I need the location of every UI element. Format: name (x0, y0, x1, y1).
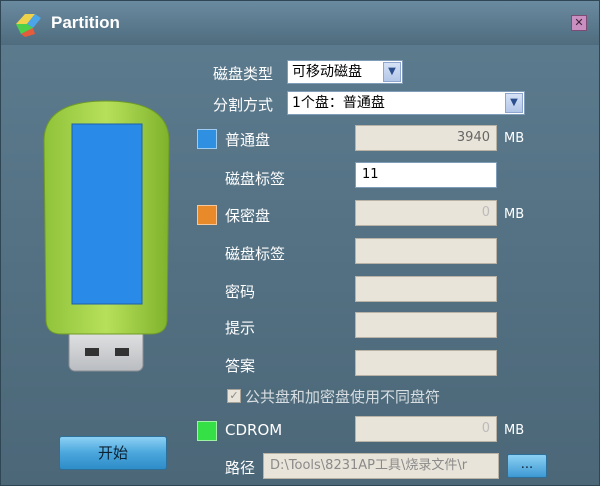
disk-type-label: 磁盘类型 (213, 65, 274, 83)
title-bar[interactable]: Partition ✕ (1, 1, 599, 45)
close-icon: ✕ (574, 16, 584, 29)
secure-disk-tag-input[interactable] (355, 238, 497, 264)
cdrom-color-swatch (197, 421, 217, 441)
window-title: Partition (51, 13, 120, 32)
cdrom-unit: MB (504, 423, 525, 438)
checkmark-icon: ✓ (229, 389, 239, 402)
answer-label: 答案 (225, 357, 256, 375)
secure-disk-tag-label: 磁盘标签 (225, 245, 286, 263)
usb-drive-icon (43, 100, 170, 372)
secure-disk-color-swatch (197, 205, 217, 225)
password-input[interactable] (355, 276, 497, 302)
normal-disk-size-field[interactable]: 3940 (355, 125, 497, 151)
secure-disk-label: 保密盘 (225, 207, 271, 225)
secure-disk-unit: MB (504, 207, 525, 222)
partition-window: Partition ✕ 磁盘类型 可移动磁盘 ▼ 分割方式 1个盘：普通盘 ▼ … (0, 0, 600, 486)
close-button[interactable]: ✕ (571, 15, 587, 31)
path-label: 路径 (225, 459, 256, 477)
answer-input[interactable] (355, 350, 497, 376)
split-mode-value: 1个盘：普通盘 (292, 95, 385, 111)
partition-app-icon (16, 14, 41, 37)
chevron-down-icon[interactable]: ▼ (383, 62, 401, 82)
secure-disk-size-field[interactable]: 0 (355, 200, 497, 226)
hint-input[interactable] (355, 312, 497, 338)
normal-disk-color-swatch (197, 129, 217, 149)
split-mode-select[interactable]: 1个盘：普通盘 ▼ (287, 91, 525, 115)
cdrom-size-field[interactable]: 0 (355, 416, 497, 442)
different-letter-label: 公共盘和加密盘使用不同盘符 (245, 388, 441, 406)
start-button[interactable]: 开始 (59, 436, 167, 470)
normal-disk-tag-label: 磁盘标签 (225, 170, 286, 188)
cdrom-path-input[interactable]: D:\Tools\8231AP工具\烧录文件\r (263, 453, 499, 479)
chevron-down-icon[interactable]: ▼ (505, 93, 523, 113)
normal-disk-tag-input[interactable]: 11 (355, 162, 497, 188)
normal-disk-label: 普通盘 (225, 131, 271, 149)
hint-label: 提示 (225, 319, 256, 337)
disk-type-select[interactable]: 可移动磁盘 ▼ (287, 60, 403, 84)
browse-button[interactable]: ... (507, 454, 547, 478)
split-mode-label: 分割方式 (213, 96, 274, 114)
cdrom-label: CDROM (225, 421, 283, 439)
password-label: 密码 (225, 283, 256, 301)
normal-disk-unit: MB (504, 131, 525, 146)
disk-type-value: 可移动磁盘 (292, 64, 362, 80)
different-letter-checkbox[interactable]: ✓ (227, 389, 241, 403)
